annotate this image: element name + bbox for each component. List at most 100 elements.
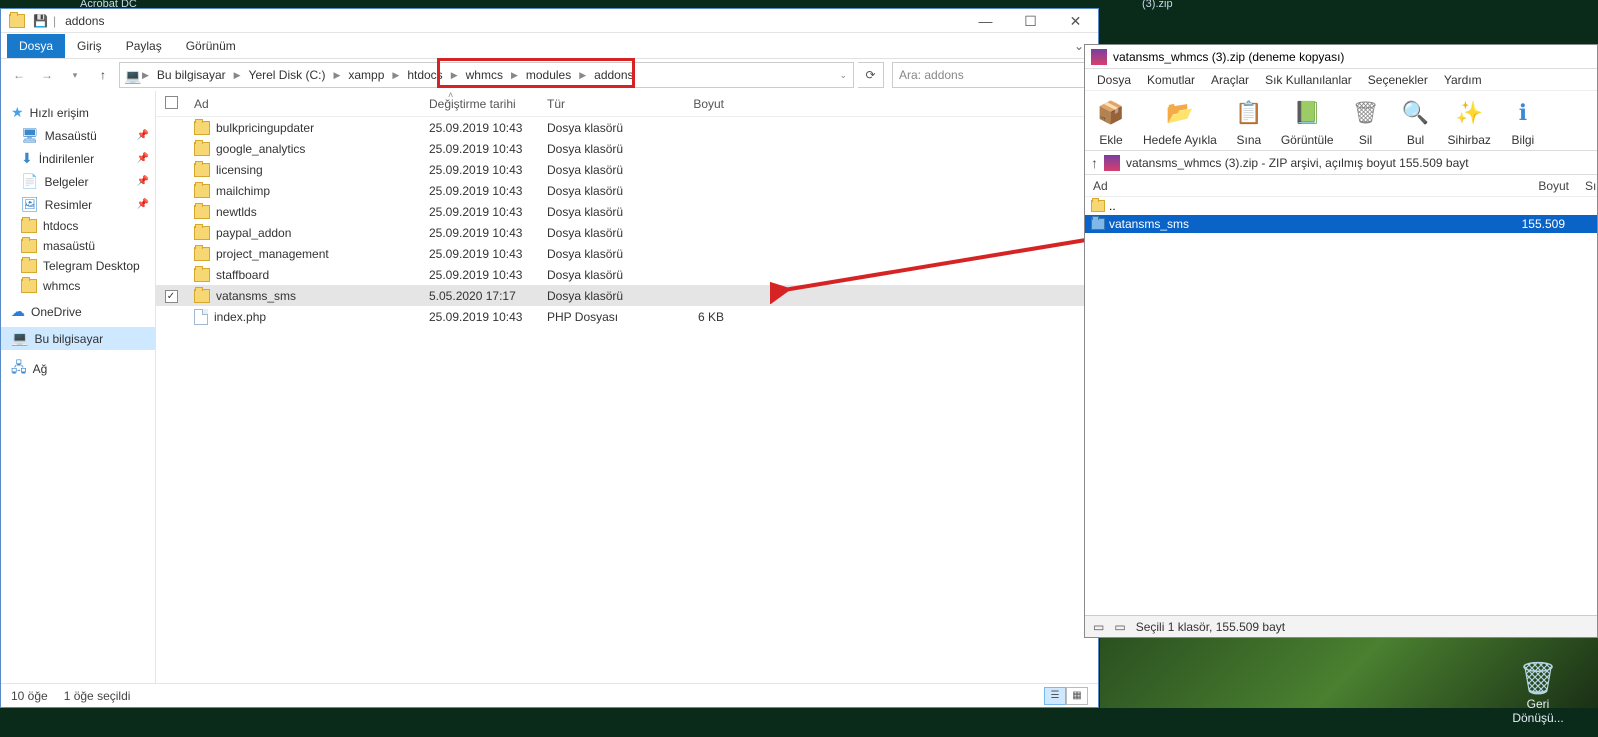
chevron-right-icon[interactable]: ▶ <box>509 70 520 81</box>
file-row[interactable]: project_management25.09.2019 10:43Dosya … <box>156 243 1098 264</box>
addr-dropdown-icon[interactable]: ⌄ <box>837 70 849 81</box>
file-row[interactable]: mailchimp25.09.2019 10:43Dosya klasörü <box>156 180 1098 201</box>
col-modified[interactable]: Değiştirme tarihi <box>421 97 539 111</box>
toolbar-icon: 📦 <box>1093 95 1129 131</box>
menu-file[interactable]: Dosya <box>1091 71 1137 89</box>
menu-favorites[interactable]: Sık Kullanılanlar <box>1259 71 1358 89</box>
winrar-status-text: Seçili 1 klasör, 155.509 bayt <box>1136 620 1285 634</box>
search-input[interactable]: Ara: addons <box>892 62 1092 88</box>
toolbar-label: Bul <box>1407 133 1424 147</box>
select-all-checkbox[interactable] <box>156 96 186 112</box>
sidebar-quick-access[interactable]: ★Hızlı erişim <box>1 101 155 124</box>
chevron-right-icon[interactable]: ▶ <box>577 70 588 81</box>
folder-icon <box>194 268 210 282</box>
file-type-cell: Dosya klasörü <box>539 184 657 198</box>
minimize-button[interactable]: — <box>963 9 1008 33</box>
chevron-right-icon[interactable]: ▶ <box>449 70 460 81</box>
forward-button[interactable]: → <box>35 63 59 87</box>
folder-icon <box>194 184 210 198</box>
row-checkbox[interactable]: ✓ <box>165 290 178 303</box>
file-row[interactable]: paypal_addon25.09.2019 10:43Dosya klasör… <box>156 222 1098 243</box>
window-titlebar[interactable]: 💾 | addons — ☐ ✕ <box>1 9 1098 33</box>
maximize-button[interactable]: ☐ <box>1008 9 1053 33</box>
toolbar-icon: 🔍 <box>1398 95 1434 131</box>
menu-help[interactable]: Yardım <box>1438 71 1488 89</box>
winrar-pathbar[interactable]: ↑ vatansms_whmcs (3).zip - ZIP arşivi, a… <box>1085 151 1597 175</box>
file-row[interactable]: staffboard25.09.2019 10:43Dosya klasörü <box>156 264 1098 285</box>
sidebar-downloads[interactable]: ⬇İndirilenler📌 <box>1 147 155 170</box>
sidebar-desktop[interactable]: 🖥Masaüstü📌 <box>1 124 155 147</box>
details-view-button[interactable]: ☰ <box>1044 687 1066 705</box>
breadcrumb-seg[interactable]: xampp <box>342 63 390 87</box>
breadcrumb-seg[interactable]: modules <box>520 63 577 87</box>
tab-file[interactable]: Dosya <box>7 34 65 58</box>
file-row[interactable]: index.php25.09.2019 10:43PHP Dosyası6 KB <box>156 306 1098 327</box>
sidebar-thispc[interactable]: 💻Bu bilgisayar <box>1 327 155 350</box>
file-row[interactable]: google_analytics25.09.2019 10:43Dosya kl… <box>156 138 1098 159</box>
col-size[interactable]: Boyut <box>1497 179 1577 193</box>
pictures-icon: 🖼 <box>21 196 39 213</box>
toolbar-label: Sihirbaz <box>1448 133 1491 147</box>
archive-row[interactable]: .. <box>1085 197 1597 215</box>
archive-row[interactable]: vatansms_sms155.509 <box>1085 215 1597 233</box>
close-button[interactable]: ✕ <box>1053 9 1098 33</box>
recycle-bin[interactable]: 🗑 Geri Dönüşü... <box>1508 659 1568 725</box>
col-type[interactable]: Tür <box>539 97 657 111</box>
icons-view-button[interactable]: ▦ <box>1066 687 1088 705</box>
toolbar-görüntüle[interactable]: 📗Görüntüle <box>1281 95 1334 147</box>
chevron-right-icon[interactable]: ▶ <box>331 70 342 81</box>
breadcrumb-seg[interactable]: whmcs <box>460 63 509 87</box>
col-name[interactable]: Ad <box>1085 179 1497 193</box>
col-compressed[interactable]: Sı <box>1577 179 1597 193</box>
file-name-cell: project_management <box>186 247 421 261</box>
file-date-cell: 25.09.2019 10:43 <box>421 142 539 156</box>
file-row[interactable]: ✓vatansms_sms5.05.2020 17:17Dosya klasör… <box>156 285 1098 306</box>
toolbar-ekle[interactable]: 📦Ekle <box>1093 95 1129 147</box>
toolbar-bul[interactable]: 🔍 Bul <box>1398 95 1434 147</box>
tab-home[interactable]: Giriş <box>65 34 114 58</box>
tab-share[interactable]: Paylaş <box>114 34 174 58</box>
chevron-right-icon[interactable]: ▶ <box>232 70 243 81</box>
address-bar[interactable]: 💻 ▶ Bu bilgisayar▶ Yerel Disk (C:)▶ xamp… <box>119 62 854 88</box>
winrar-titlebar[interactable]: vatansms_whmcs (3).zip (deneme kopyası) <box>1085 45 1597 69</box>
sidebar-masaustu[interactable]: masaüstü <box>1 236 155 256</box>
toolbar-sına[interactable]: 📋Sına <box>1231 95 1267 147</box>
sidebar-onedrive[interactable]: ☁OneDrive <box>1 300 155 323</box>
file-row[interactable]: newtlds25.09.2019 10:43Dosya klasörü <box>156 201 1098 222</box>
sidebar-telegram[interactable]: Telegram Desktop <box>1 256 155 276</box>
sidebar-documents[interactable]: 📄Belgeler📌 <box>1 170 155 193</box>
up-arrow-icon[interactable]: ↑ <box>1091 155 1098 171</box>
menu-tools[interactable]: Araçlar <box>1205 71 1255 89</box>
sidebar-pictures[interactable]: 🖼Resimler📌 <box>1 193 155 216</box>
toolbar-sil[interactable]: 🗑Sil <box>1348 95 1384 147</box>
tab-view[interactable]: Görünüm <box>174 34 248 58</box>
chevron-right-icon[interactable]: ▶ <box>140 70 151 81</box>
qa-save-icon[interactable]: 💾 <box>33 14 48 28</box>
breadcrumb-seg[interactable]: htdocs <box>401 63 448 87</box>
col-size[interactable]: Boyut <box>657 97 732 111</box>
back-button[interactable]: ← <box>7 63 31 87</box>
chevron-right-icon[interactable]: ▶ <box>390 70 401 81</box>
label: Hızlı erişim <box>30 106 89 120</box>
recent-dropdown-icon[interactable]: ▾ <box>63 63 87 87</box>
sidebar-htdocs[interactable]: htdocs <box>1 216 155 236</box>
menu-commands[interactable]: Komutlar <box>1141 71 1201 89</box>
sidebar-whmcs[interactable]: whmcs <box>1 276 155 296</box>
file-row[interactable]: bulkpricingupdater25.09.2019 10:43Dosya … <box>156 117 1098 138</box>
file-type-cell: Dosya klasörü <box>539 226 657 240</box>
file-name-cell: index.php <box>186 309 421 325</box>
toolbar-bilgi[interactable]: ℹBilgi <box>1505 95 1541 147</box>
breadcrumb-seg[interactable]: addons <box>588 63 639 87</box>
file-row[interactable]: licensing25.09.2019 10:43Dosya klasörü <box>156 159 1098 180</box>
breadcrumb-seg[interactable]: Yerel Disk (C:) <box>243 63 332 87</box>
refresh-button[interactable]: ⟳ <box>858 62 884 88</box>
toolbar-hedefe-ayıkla[interactable]: 📂Hedefe Ayıkla <box>1143 95 1217 147</box>
toolbar-sihirbaz[interactable]: ✨Sihirbaz <box>1448 95 1491 147</box>
breadcrumb-seg[interactable]: Bu bilgisayar <box>151 63 232 87</box>
recycle-bin-icon: 🗑 <box>1508 659 1568 697</box>
menu-options[interactable]: Seçenekler <box>1362 71 1434 89</box>
file-type-cell: Dosya klasörü <box>539 268 657 282</box>
sidebar-network[interactable]: 🖧Ağ <box>1 354 155 384</box>
col-name[interactable]: Ad <box>186 97 421 111</box>
up-button[interactable]: ↑ <box>91 63 115 87</box>
